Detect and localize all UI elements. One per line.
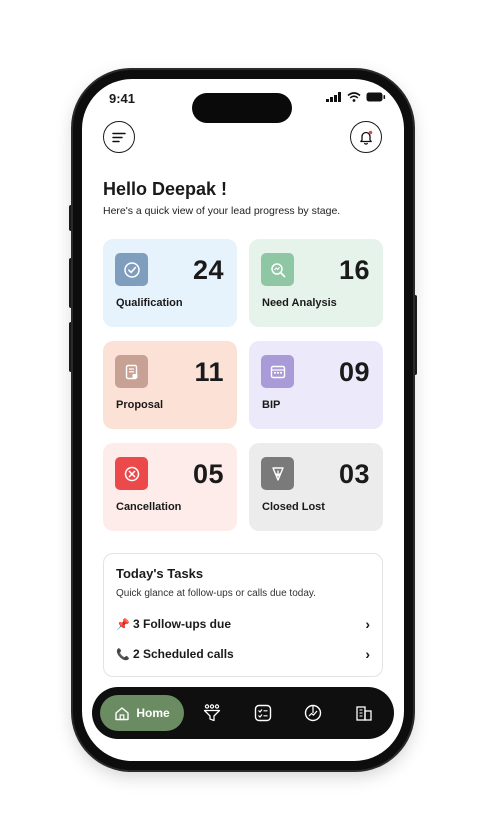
pushpin-icon: 📌: [116, 618, 130, 631]
task-label: 3 Follow-ups due: [133, 617, 231, 631]
nav-tasks-button[interactable]: [251, 701, 275, 725]
nav-reports-button[interactable]: [301, 701, 325, 725]
chevron-right-icon: ›: [365, 616, 370, 632]
dynamic-island: [192, 93, 292, 123]
greeting-title: Hello Deepak !: [103, 179, 228, 199]
menu-button[interactable]: [103, 121, 135, 153]
notification-button[interactable]: [350, 121, 382, 153]
check-circle-icon: [115, 253, 148, 286]
stage-label: Closed Lost: [262, 501, 325, 513]
phone-icon: 📞: [116, 648, 130, 661]
stage-label: Proposal: [116, 399, 164, 411]
battery-icon: [366, 92, 386, 102]
nav-home-label: Home: [136, 706, 170, 720]
stage-count: 24: [192, 255, 224, 285]
nav-funnel-button[interactable]: [200, 701, 224, 725]
greeting-subtitle: Here's a quick view of your lead progres…: [103, 205, 341, 217]
stage-count: 03: [338, 459, 370, 489]
stage-label: Cancellation: [116, 501, 182, 513]
reports-icon: [304, 704, 322, 722]
stage-count: 05: [192, 459, 224, 489]
bottom-nav: Home: [92, 687, 394, 739]
tasks-icon: [254, 704, 272, 722]
stage-label: Need Analysis: [262, 297, 337, 309]
tasks-title: Today's Tasks: [116, 566, 204, 581]
task-label: 2 Scheduled calls: [133, 647, 234, 661]
todays-tasks-card: Today's Tasks Quick glance at follow-ups…: [103, 553, 383, 677]
building-icon: [356, 706, 372, 721]
stage-card-qualification[interactable]: 24 Qualification: [103, 239, 237, 327]
stage-count: 11: [194, 357, 224, 387]
power-button[interactable]: [413, 295, 417, 375]
wifi-icon: [347, 92, 361, 102]
task-item-calls[interactable]: 📞 2 Scheduled calls ›: [116, 646, 370, 662]
phone-screen: 9:41 Hello Deepak ! Here's a quick view …: [82, 79, 404, 761]
menu-icon: [112, 132, 126, 142]
home-icon: [115, 706, 130, 720]
stage-count: 16: [338, 255, 370, 285]
status-time: 9:41: [109, 91, 136, 106]
search-analysis-icon: [261, 253, 294, 286]
stage-card-proposal[interactable]: 11 Proposal: [103, 341, 237, 429]
chevron-right-icon: ›: [365, 646, 370, 662]
stage-card-cancellation[interactable]: 05 Cancellation: [103, 443, 237, 531]
bell-icon: [360, 130, 373, 145]
stage-count: 09: [338, 357, 370, 387]
stage-label: BIP: [262, 399, 281, 411]
stage-card-need-analysis[interactable]: 16 Need Analysis: [249, 239, 383, 327]
task-item-follow-ups[interactable]: 📌 3 Follow-ups due ›: [116, 616, 370, 632]
stage-card-bip[interactable]: 09 BIP: [249, 341, 383, 429]
status-icons: [326, 92, 386, 102]
nav-home-button[interactable]: Home: [100, 695, 184, 731]
nav-company-button[interactable]: [352, 701, 376, 725]
stage-card-closed-lost[interactable]: 03 Closed Lost: [249, 443, 383, 531]
funnel-icon: [203, 704, 221, 722]
document-icon: [115, 355, 148, 388]
tasks-subtitle: Quick glance at follow-ups or calls due …: [116, 588, 316, 599]
cancel-icon: [115, 457, 148, 490]
down-arrow-icon: [261, 457, 294, 490]
calendar-icon: [261, 355, 294, 388]
signal-icon: [326, 92, 341, 102]
stage-label: Qualification: [116, 297, 183, 309]
